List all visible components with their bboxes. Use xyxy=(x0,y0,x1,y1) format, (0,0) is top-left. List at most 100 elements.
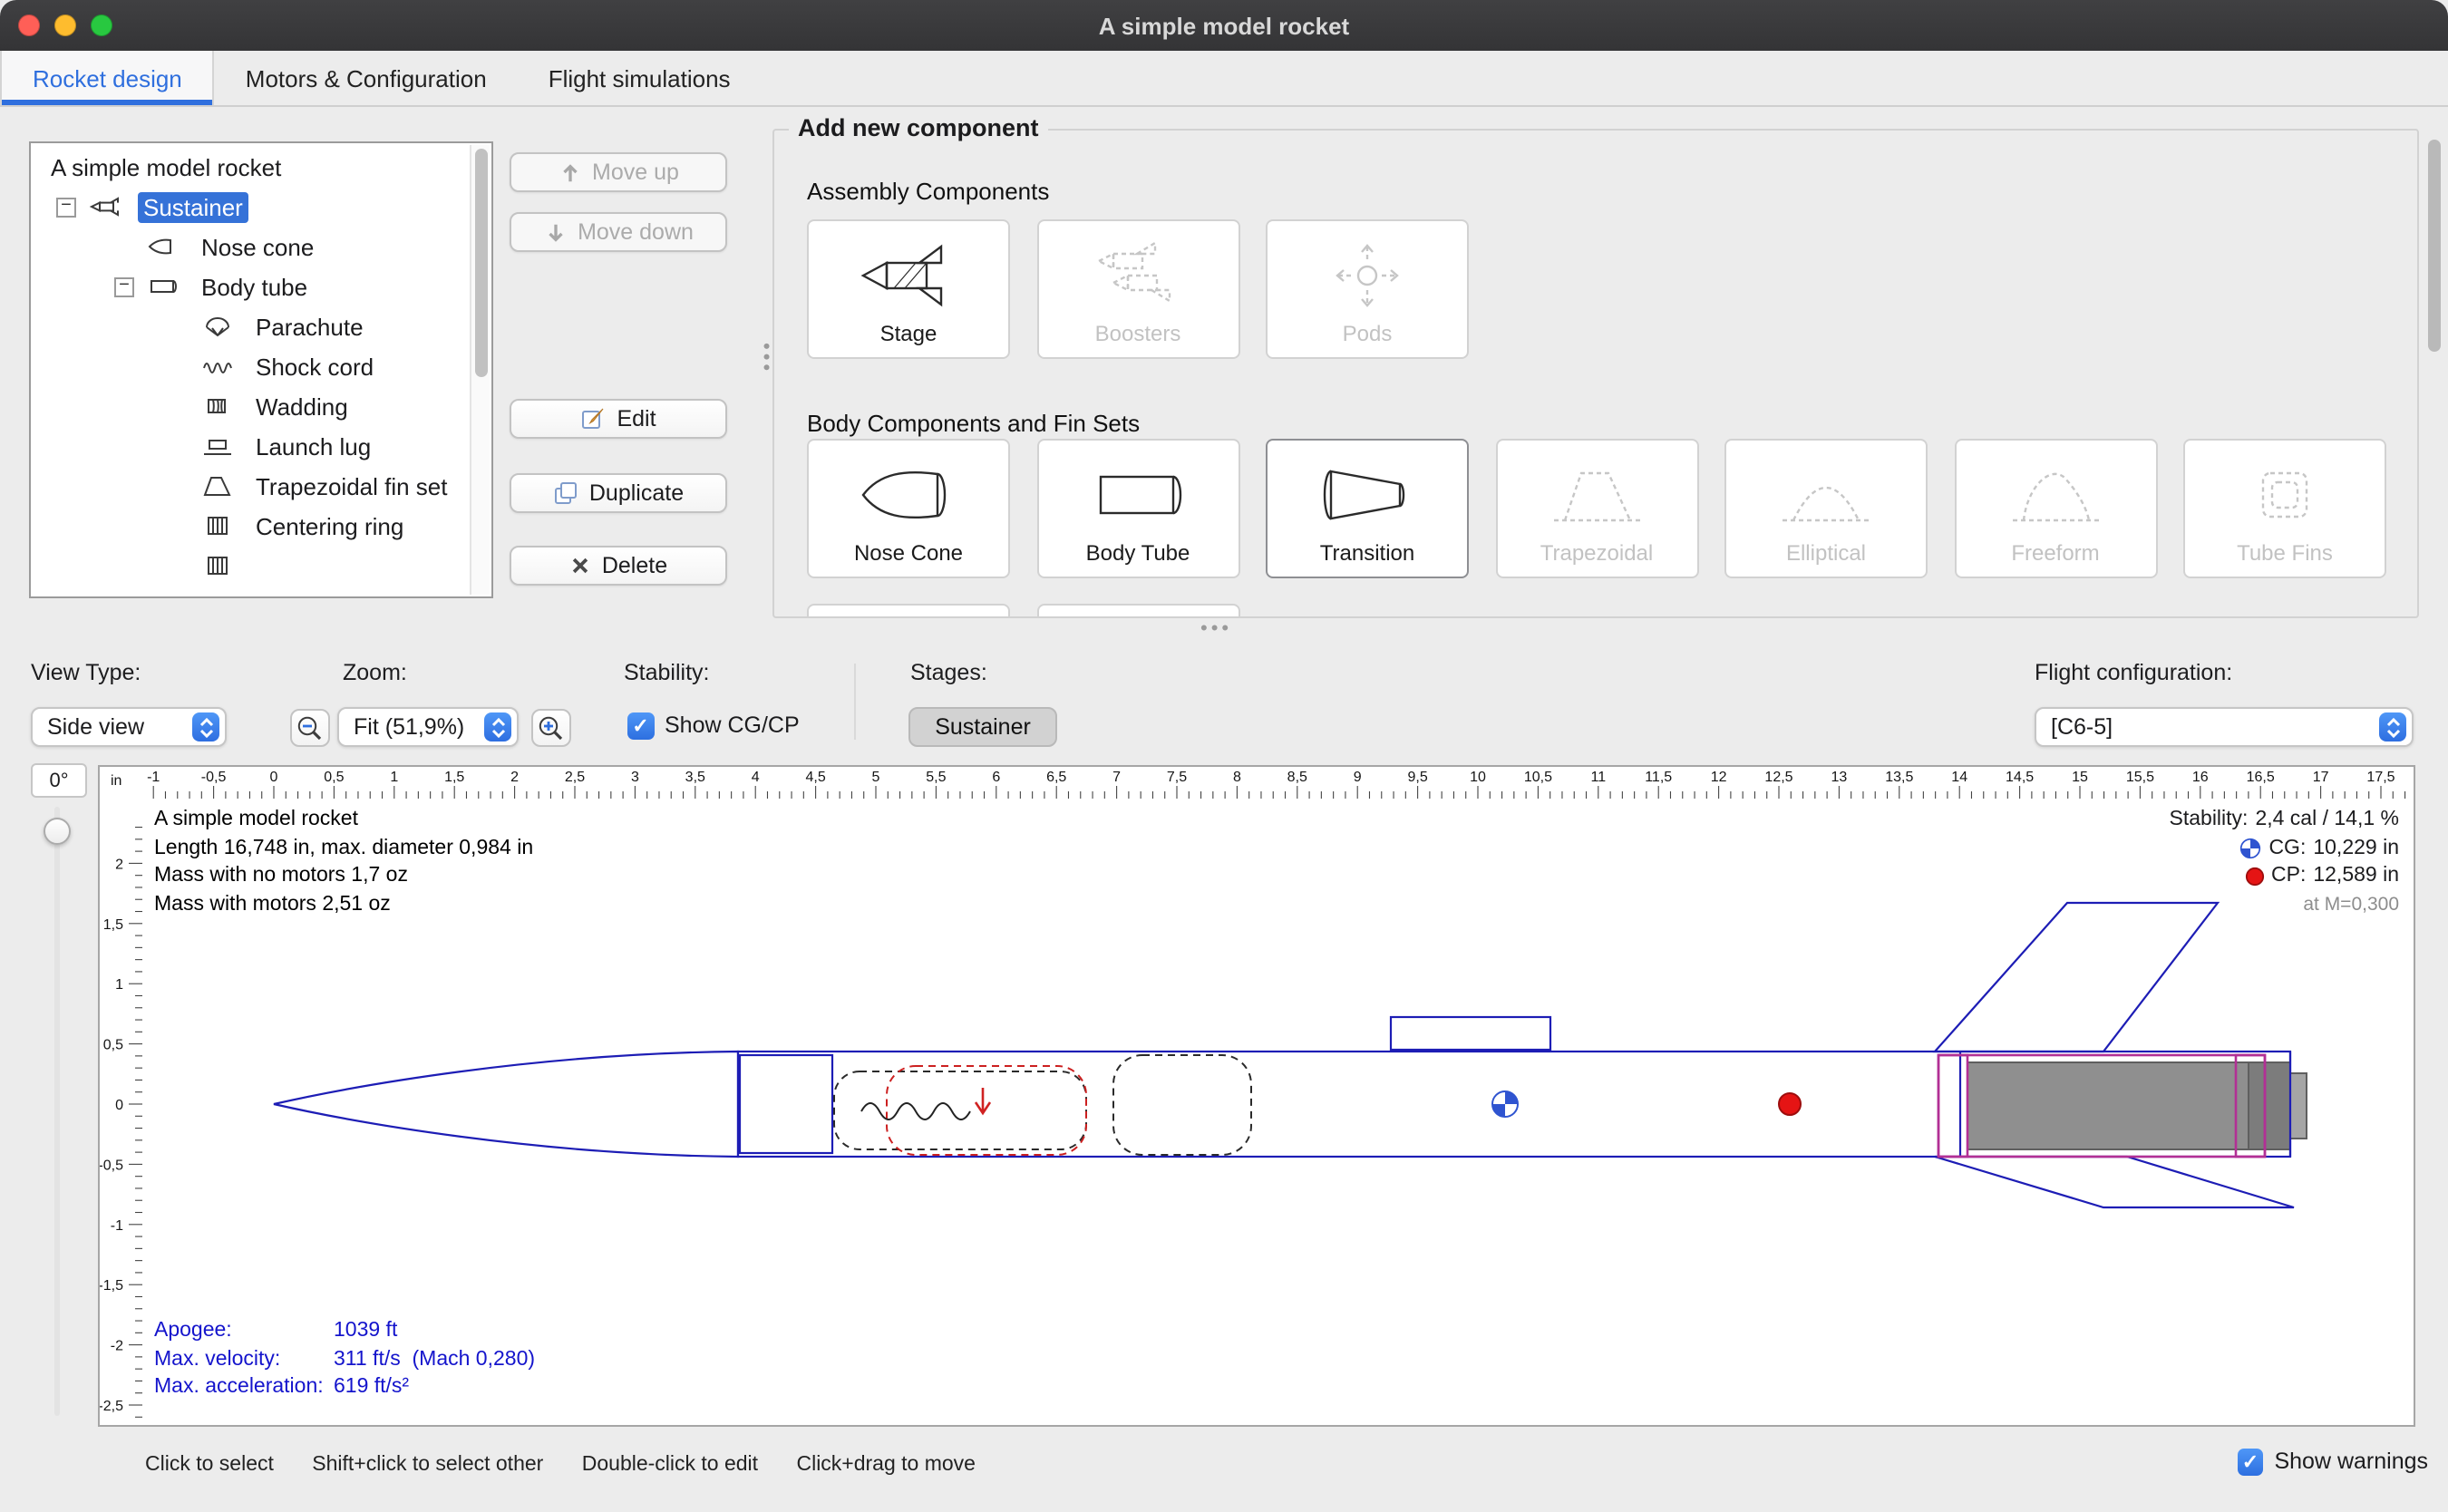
tab-rocket-design[interactable]: Rocket design xyxy=(0,51,215,105)
show-warnings-checkbox[interactable] xyxy=(2237,1449,2263,1475)
svg-text:-0,5: -0,5 xyxy=(201,770,227,785)
card-body-tube[interactable]: Body Tube xyxy=(1036,439,1239,578)
stage-toggle-sustainer[interactable]: Sustainer xyxy=(908,707,1057,747)
collapse-toggle-icon[interactable] xyxy=(56,197,76,217)
card-elliptical: Elliptical xyxy=(1724,439,1928,578)
edit-button[interactable]: Edit xyxy=(510,399,727,439)
svg-text:2,5: 2,5 xyxy=(565,770,585,785)
vertical-splitter-handle[interactable]: ••• xyxy=(754,343,776,374)
panel-scrollbar-thumb[interactable] xyxy=(2427,140,2440,352)
main-tabstrip: Rocket design Motors & Configuration Fli… xyxy=(0,51,2448,107)
svg-text:16,5: 16,5 xyxy=(2247,770,2275,785)
max-velocity-value: 311 ft/s (Mach 0,280) xyxy=(334,1348,535,1370)
tree-row-wadding[interactable]: Wadding xyxy=(31,386,491,426)
svg-text:-1: -1 xyxy=(111,1218,123,1234)
nose-cone-shape[interactable] xyxy=(274,1052,738,1157)
delete-button[interactable]: Delete xyxy=(510,546,727,586)
tree-row-launch-lug[interactable]: Launch lug xyxy=(31,426,491,466)
svg-text:5: 5 xyxy=(872,770,880,785)
rotation-slider-track[interactable] xyxy=(54,807,60,1416)
svg-text:-1: -1 xyxy=(147,770,160,785)
tree-item-label: Centering ring xyxy=(250,510,409,541)
move-down-button: Move down xyxy=(510,212,727,252)
tab-motors-configuration[interactable]: Motors & Configuration xyxy=(215,51,518,105)
tree-item-label: Nose cone xyxy=(196,231,319,262)
tree-scrollbar[interactable] xyxy=(470,145,490,595)
rocket-canvas[interactable]: -1-0,500,511,522,533,544,555,566,577,588… xyxy=(98,765,2415,1427)
svg-text:7,5: 7,5 xyxy=(1167,770,1187,785)
launch-lug-shape[interactable] xyxy=(1391,1017,1550,1050)
statusbar: Click to select Shift+click to select ot… xyxy=(0,1432,2448,1512)
svg-text:4,5: 4,5 xyxy=(805,770,825,785)
boosters-icon xyxy=(1087,221,1189,321)
motor-shape[interactable] xyxy=(1967,1062,2290,1149)
tree-row-sustainer[interactable]: Sustainer xyxy=(31,187,491,227)
zoom-label: Zoom: xyxy=(343,660,407,685)
ruler-top: -1-0,500,511,522,533,544,555,566,577,588… xyxy=(147,770,2404,799)
stage-icon xyxy=(858,221,959,321)
select-stepper-icon xyxy=(2379,712,2406,741)
tree-item-label: Body tube xyxy=(196,271,313,302)
duplicate-button[interactable]: Duplicate xyxy=(510,473,727,513)
body-tube-icon xyxy=(143,274,187,299)
svg-text:10,5: 10,5 xyxy=(1524,770,1552,785)
svg-text:12,5: 12,5 xyxy=(1764,770,1792,785)
collapse-toggle-icon[interactable] xyxy=(114,276,134,296)
tree-scrollbar-thumb[interactable] xyxy=(474,149,487,377)
rocket-mass-motors: Mass with motors 2,51 oz xyxy=(154,892,533,920)
svg-text:9,5: 9,5 xyxy=(1407,770,1427,785)
rocket-drawing[interactable] xyxy=(274,903,2307,1207)
tree-row-root[interactable]: A simple model rocket xyxy=(31,147,491,187)
rocket-icon xyxy=(85,194,129,219)
svg-text:6: 6 xyxy=(992,770,1000,785)
svg-text:3,5: 3,5 xyxy=(685,770,705,785)
tree-row-shock-cord[interactable]: Shock cord xyxy=(31,346,491,386)
rotation-slider-thumb[interactable] xyxy=(44,818,71,845)
show-warnings-label: Show warnings xyxy=(2274,1449,2428,1475)
zoom-in-button[interactable] xyxy=(531,709,571,747)
card-nose-cone[interactable]: Nose Cone xyxy=(807,439,1010,578)
cg-value: 10,229 in xyxy=(2313,835,2399,863)
panel-scrollbar[interactable] xyxy=(2424,112,2443,645)
svg-text:3: 3 xyxy=(631,770,639,785)
hint-bar: Click to select Shift+click to select ot… xyxy=(145,1454,1008,1476)
hint-click: Click to select xyxy=(145,1454,274,1476)
svg-text:8,5: 8,5 xyxy=(1287,770,1307,785)
card-stage[interactable]: Stage xyxy=(807,219,1010,359)
tree-row-nose-cone[interactable]: Nose cone xyxy=(31,227,491,267)
tree-row-clipped[interactable] xyxy=(31,586,491,598)
svg-text:13: 13 xyxy=(1831,770,1848,785)
max-acceleration-value: 619 ft/s² xyxy=(334,1376,409,1398)
horizontal-splitter-handle[interactable]: ••• xyxy=(1200,618,1232,640)
ruler-unit: in xyxy=(111,773,121,789)
fin-upper-shape[interactable] xyxy=(1935,903,2218,1052)
svg-text:17,5: 17,5 xyxy=(2366,770,2395,785)
cp-caption: CP: xyxy=(2271,863,2306,891)
card-trapezoidal: Trapezoidal xyxy=(1495,439,1698,578)
tree-row-centering-ring-2[interactable] xyxy=(31,546,491,586)
stability-caption: Stability: xyxy=(2170,807,2249,835)
zoom-select[interactable]: Fit (51,9%) xyxy=(337,707,519,747)
show-cgcp-label: Show CG/CP xyxy=(665,713,800,739)
fin-lower-shape[interactable] xyxy=(1935,1157,2294,1207)
tab-flight-simulations[interactable]: Flight simulations xyxy=(518,51,762,105)
svg-text:15: 15 xyxy=(2072,770,2088,785)
tree-row-trapezoidal-fin-set[interactable]: Trapezoidal fin set xyxy=(31,466,491,506)
view-type-select[interactable]: Side view xyxy=(31,707,227,747)
cg-icon xyxy=(2239,838,2261,860)
show-cgcp-checkbox[interactable] xyxy=(627,712,654,739)
tree-row-parachute[interactable]: Parachute xyxy=(31,306,491,346)
card-transition[interactable]: Transition xyxy=(1266,439,1469,578)
elliptical-fin-icon xyxy=(1775,441,1877,540)
svg-text:4: 4 xyxy=(752,770,760,785)
svg-text:1: 1 xyxy=(115,977,123,993)
card-clipped-2 xyxy=(1036,604,1239,618)
zoom-out-button[interactable] xyxy=(290,709,330,747)
tree-row-centering-ring-1[interactable]: Centering ring xyxy=(31,506,491,546)
apogee-value: 1039 ft xyxy=(334,1320,397,1342)
nose-cone-icon xyxy=(143,234,187,259)
flight-configuration-select[interactable]: [C6-5] xyxy=(2035,707,2414,747)
tree-row-body-tube[interactable]: Body tube xyxy=(31,267,491,306)
tube-icon xyxy=(198,593,241,598)
hint-shift-click: Shift+click to select other xyxy=(312,1454,543,1476)
